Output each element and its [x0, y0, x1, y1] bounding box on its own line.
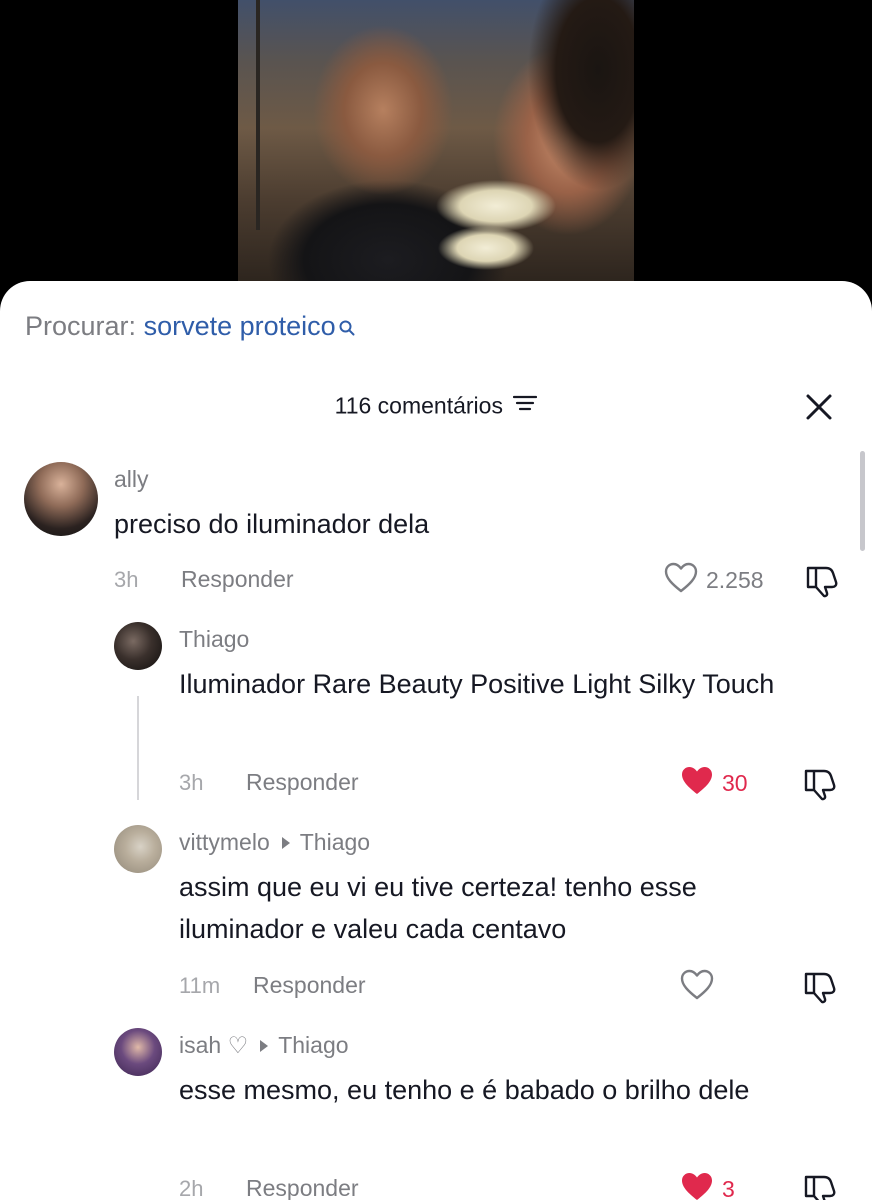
avatar[interactable]: [114, 1028, 162, 1076]
reply-to-username[interactable]: Thiago: [278, 1032, 348, 1058]
reply-button[interactable]: Responder: [246, 769, 359, 796]
comment-text: preciso do iluminador dela: [114, 509, 430, 539]
comment-count: 116 comentários: [334, 392, 503, 419]
comment-time: 2h: [179, 1176, 204, 1200]
like-button[interactable]: [680, 969, 722, 1006]
close-icon[interactable]: [804, 392, 834, 427]
comment-text: esse mesmo, eu tenho e é babado o brilho…: [179, 1075, 750, 1105]
like-count: 3: [722, 1176, 735, 1200]
video-person-hair: [518, 0, 634, 200]
heart-outline-icon: [664, 562, 698, 599]
reply-arrow-icon: [281, 836, 290, 849]
search-icon[interactable]: [338, 313, 356, 344]
reply-button[interactable]: Responder: [253, 972, 366, 999]
video-background-pole: [256, 0, 260, 230]
scrollbar[interactable]: [860, 451, 865, 551]
reply-to-username[interactable]: Thiago: [300, 829, 370, 855]
like-count: 30: [722, 770, 748, 796]
heart-filled-icon: [680, 1171, 714, 1200]
dislike-icon[interactable]: [802, 970, 838, 1009]
dislike-icon[interactable]: [802, 1173, 838, 1200]
search-prefix: Procurar:: [25, 311, 137, 341]
comment-username-text[interactable]: isah ♡: [179, 1032, 248, 1058]
dislike-icon[interactable]: [802, 767, 838, 806]
heart-outline-icon: [680, 969, 714, 1006]
like-button[interactable]: 30: [680, 765, 748, 802]
comment-time: 11m: [179, 973, 221, 998]
reply-arrow-icon: [260, 1039, 269, 1052]
avatar[interactable]: [114, 622, 162, 670]
search-term-link[interactable]: sorvete proteico: [144, 311, 336, 341]
heart-filled-icon: [680, 765, 714, 802]
reply-button[interactable]: Responder: [181, 566, 294, 593]
comment-username-text[interactable]: vittymelo: [179, 829, 270, 855]
comment-text: Iluminador Rare Beauty Positive Light Si…: [179, 669, 775, 699]
comment-username[interactable]: ally: [114, 466, 149, 493]
comment-username[interactable]: vittymelo Thiago: [179, 829, 370, 856]
comment-username[interactable]: Thiago: [179, 626, 249, 653]
video-thumbnail[interactable]: [238, 0, 634, 285]
comment-time: 3h: [114, 567, 139, 592]
comment-username[interactable]: isah ♡ Thiago: [179, 1032, 349, 1059]
comments-header: 116 comentários: [0, 391, 872, 423]
search-suggestion[interactable]: Procurar: sorvete proteico: [25, 311, 356, 344]
avatar[interactable]: [114, 825, 162, 873]
video-player[interactable]: [0, 0, 872, 300]
avatar[interactable]: [24, 462, 98, 536]
reply-button[interactable]: Responder: [246, 1175, 359, 1200]
like-count: 2.258: [706, 567, 764, 593]
dislike-icon[interactable]: [804, 564, 840, 603]
thread-line: [137, 696, 139, 800]
comment-time: 3h: [179, 770, 204, 795]
like-button[interactable]: 2.258: [664, 562, 764, 599]
comments-title: 116 comentários: [0, 391, 872, 419]
comments-sheet: Procurar: sorvete proteico 116 comentári…: [0, 281, 872, 1200]
sort-filter-icon[interactable]: [513, 392, 538, 419]
comment-text: assim que eu vi eu tive certeza! tenho e…: [179, 872, 697, 944]
like-button[interactable]: 3: [680, 1171, 735, 1200]
